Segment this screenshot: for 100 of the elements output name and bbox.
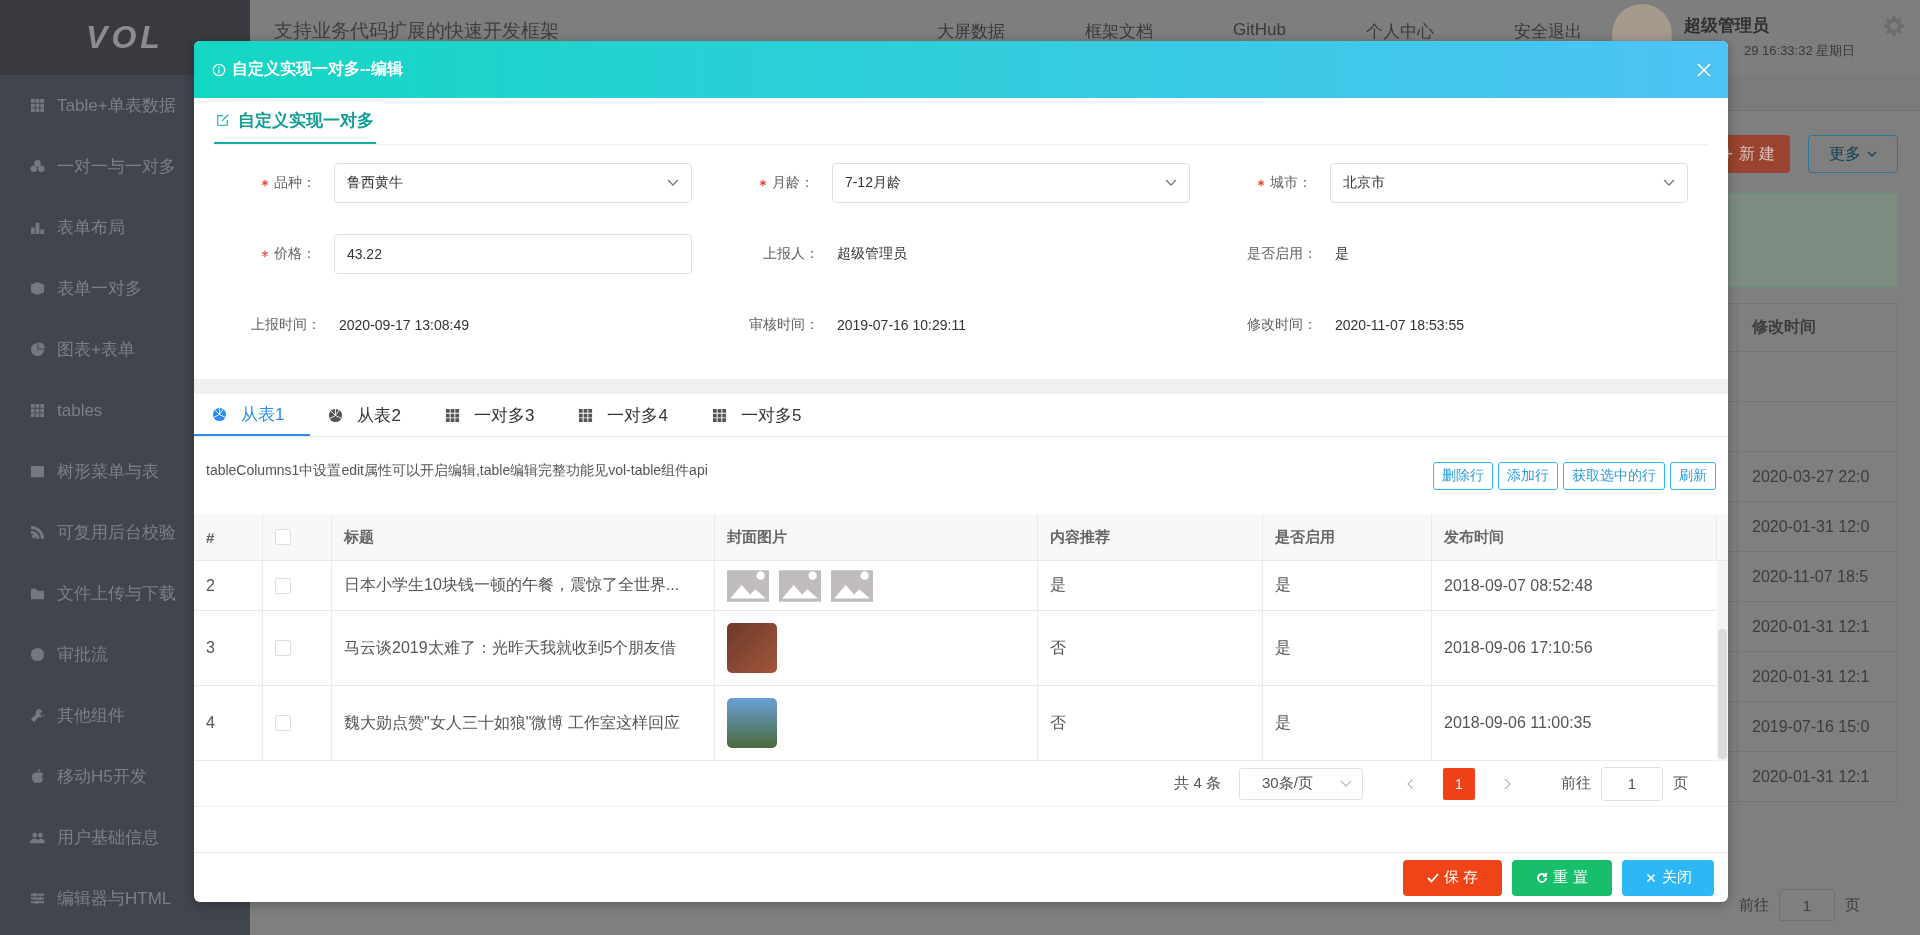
sidebar-item[interactable]: 用户基础信息 — [0, 807, 250, 868]
field-value: 是 — [1335, 245, 1349, 263]
grid-icon — [578, 407, 594, 423]
tab[interactable]: 从表2 — [310, 394, 427, 436]
sidebar-item[interactable]: 图表+表单 — [0, 319, 250, 380]
menu-item-icon — [30, 464, 45, 479]
column-header: 发布时间 — [1432, 514, 1717, 560]
table-cell-text: 是 — [1275, 712, 1291, 733]
checkbox[interactable] — [275, 577, 291, 594]
field-value: 2020-09-17 13:08:49 — [339, 317, 469, 333]
column-header: 内容推荐 — [1038, 514, 1263, 560]
refresh-icon — [1536, 871, 1549, 884]
menu-item-icon — [30, 708, 45, 723]
field-label: 审核时间： — [749, 316, 819, 334]
sidebar-item[interactable]: 移动H5开发 — [0, 746, 250, 807]
dialog-button[interactable]: 关闭 — [1622, 859, 1714, 896]
dialog-button[interactable]: 保 存 — [1403, 859, 1502, 896]
table-cell: 2018-09-06 11:00:35 — [1444, 714, 1592, 732]
sidebar-item[interactable]: 表单一对多 — [0, 258, 250, 319]
table-cell-text: 日本小学生10块钱一顿的午餐，震惊了全世界... — [344, 575, 680, 595]
row-number: 2 — [206, 576, 215, 595]
nav-link[interactable]: 框架文档 — [1085, 20, 1154, 43]
chevron-icon — [1165, 179, 1177, 187]
table-cell: 2020-11-07 18:5 — [1752, 567, 1869, 586]
table-cell: 2018-09-06 17:10:56 — [1444, 639, 1593, 657]
image-placeholder-icon — [831, 569, 873, 602]
field-value: 2020-11-07 18:53:55 — [1335, 317, 1464, 333]
menu-item-icon — [30, 281, 45, 296]
close-icon[interactable] — [1696, 61, 1712, 78]
required-mark-icon — [758, 179, 767, 187]
page-input[interactable]: 1 — [1601, 766, 1663, 801]
tab[interactable]: 一对多4 — [560, 394, 694, 436]
table-cell: 2020-01-31 12:1 — [1752, 617, 1870, 636]
action-button[interactable]: 刷新 — [1670, 461, 1716, 490]
photo-placeholder — [727, 623, 777, 673]
select-field[interactable]: 鲁西黄牛 — [333, 163, 692, 203]
menu-item-icon — [30, 891, 45, 906]
column-header: # — [194, 514, 263, 560]
dialog-title: 自定义实现一对多--编辑 — [232, 59, 403, 79]
tab[interactable]: 从表1 — [194, 394, 311, 436]
menu-item-icon — [30, 220, 45, 235]
field-label: 城市： — [1269, 174, 1312, 192]
previous-page-icon[interactable] — [1407, 777, 1415, 790]
table-cell: 2019-07-16 15:0 — [1752, 717, 1870, 736]
dialog-button[interactable]: 重 置 — [1512, 859, 1612, 896]
action-button[interactable]: 获取选中的行 — [1563, 461, 1665, 490]
caret-icon — [1867, 151, 1877, 157]
page-size-select[interactable]: 30条/页 — [1239, 767, 1363, 800]
row-number: 3 — [206, 639, 215, 657]
tab[interactable]: 一对多5 — [693, 394, 828, 436]
menu-item-icon — [30, 403, 45, 418]
column-header: 封面图片 — [715, 514, 1038, 560]
nav-link[interactable]: 个人中心 — [1366, 20, 1434, 43]
table-cell-text: 否 — [1050, 637, 1066, 658]
action-button[interactable]: 添加行 — [1498, 461, 1558, 490]
field-label: 品种： — [273, 174, 316, 192]
menu-item-icon — [30, 525, 45, 540]
scrollbar-thumb[interactable] — [1718, 629, 1727, 759]
toolbar-button[interactable]: 更多 — [1808, 135, 1898, 173]
field-label: 价格： — [273, 245, 316, 263]
next-page-icon[interactable] — [1503, 777, 1511, 790]
nav-link[interactable]: 安全退出 — [1514, 20, 1582, 43]
app-title: 支持业务代码扩展的快速开发框架 — [274, 19, 559, 43]
field-label: 上报人： — [763, 245, 819, 263]
checkbox[interactable] — [275, 640, 291, 656]
sidebar-item[interactable]: 一对一与一对多 — [0, 136, 250, 197]
menu-item-icon — [30, 647, 45, 662]
logo[interactable]: VOL — [86, 19, 164, 56]
table-cell-text: 是 — [1050, 575, 1066, 595]
nav-link[interactable]: 大屏数据 — [937, 20, 1006, 43]
field-value: 超级管理员 — [837, 245, 907, 263]
chevron-icon — [667, 179, 679, 187]
sidebar-item[interactable]: 表单布局 — [0, 197, 250, 258]
page-unit: 页 — [1673, 774, 1688, 793]
hint-text: tableColumns1中设置edit属性可以开启编辑,table编辑完整功能见vol-table组件api — [206, 461, 708, 480]
goto-label: 前往 — [1561, 774, 1591, 793]
required-mark-icon — [260, 250, 269, 258]
date-time: 29 16:33:32 星期日 — [1743, 42, 1857, 60]
aperture-icon — [328, 407, 344, 423]
page-number[interactable]: 1 — [1443, 767, 1475, 800]
tab[interactable]: 一对多3 — [426, 394, 561, 436]
table-cell: 2020-01-31 12:0 — [1752, 517, 1870, 536]
select-field[interactable]: 7-12月龄 — [831, 163, 1190, 203]
edit-icon — [216, 113, 230, 127]
table-cell-text: 是 — [1275, 637, 1291, 658]
table-cell-text: 魏大勋点赞"女人三十如狼"微博 工作室这样回应 — [344, 712, 680, 733]
required-mark-icon — [1256, 179, 1265, 187]
action-button[interactable]: 删除行 — [1433, 461, 1493, 490]
menu-item-icon — [30, 342, 45, 357]
input-field[interactable]: 43.22 — [333, 234, 692, 274]
page-input[interactable]: 1 — [1779, 889, 1835, 921]
sidebar-item[interactable]: 编辑器与HTML — [0, 868, 250, 929]
page-unit: 页 — [1845, 895, 1860, 915]
table-cell: 2020-03-27 22:0 — [1752, 467, 1870, 486]
checkbox[interactable] — [275, 715, 291, 731]
field-label: 修改时间： — [1247, 316, 1317, 334]
table-cell-text: 是 — [1275, 575, 1291, 595]
select-field[interactable]: 北京市 — [1329, 163, 1688, 203]
nav-link[interactable]: GitHub — [1233, 20, 1286, 43]
checkbox[interactable] — [275, 529, 291, 545]
